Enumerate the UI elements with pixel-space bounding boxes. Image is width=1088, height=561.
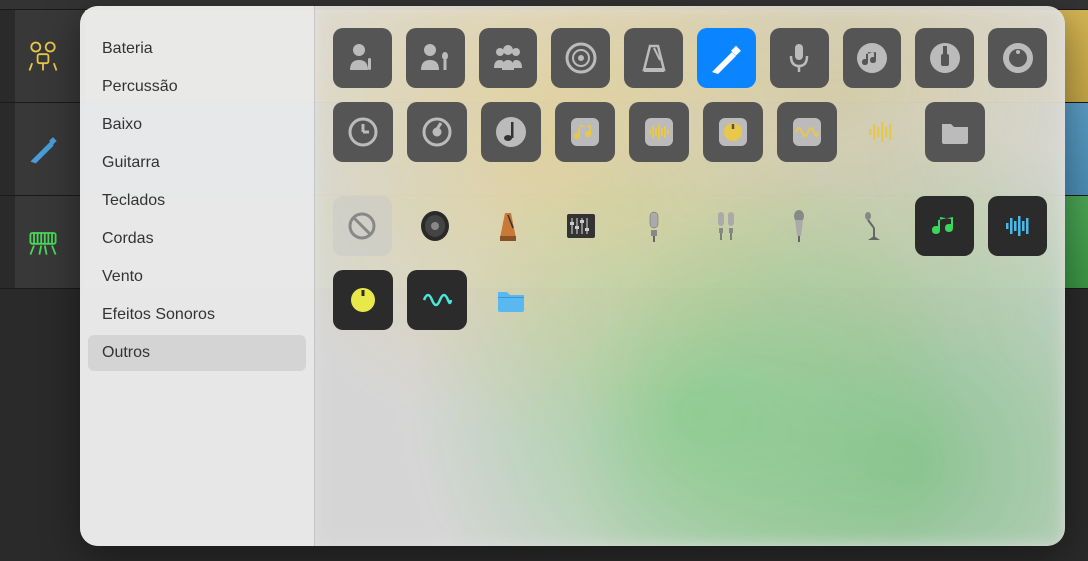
folder-blue-icon[interactable] [481, 270, 541, 330]
sidebar-label: Baixo [102, 116, 142, 133]
music-square-icon[interactable] [555, 102, 615, 162]
sidebar-label: Cordas [102, 230, 154, 247]
sidebar-label: Percussão [102, 78, 178, 95]
icon-row [333, 102, 1047, 162]
icon-row [333, 270, 1047, 330]
sidebar-item-guitarra[interactable]: Guitarra [88, 145, 306, 181]
pencil-track-icon [23, 129, 63, 169]
knob-dark-icon[interactable] [703, 102, 763, 162]
track-header[interactable] [15, 10, 85, 102]
sidebar-item-efeitos[interactable]: Efeitos Sonoros [88, 297, 306, 333]
track-header[interactable] [15, 103, 85, 195]
sidebar-label: Guitarra [102, 154, 160, 171]
sidebar-item-baixo[interactable]: Baixo [88, 107, 306, 143]
knob-yellow-icon[interactable] [333, 270, 393, 330]
vocal-mic-icon[interactable] [406, 28, 465, 88]
keyboard-track-icon [23, 222, 63, 262]
track-header[interactable] [15, 196, 85, 288]
category-sidebar: Bateria Percussão Baixo Guitarra Teclado… [80, 6, 315, 546]
pencil-icon[interactable] [697, 28, 756, 88]
disabled-icon[interactable] [333, 196, 392, 256]
music-green-icon[interactable] [915, 196, 974, 256]
sidebar-item-cordas[interactable]: Cordas [88, 221, 306, 257]
condenser-mic-icon[interactable] [624, 196, 683, 256]
note-dark-icon[interactable] [481, 102, 541, 162]
dial-icon[interactable] [407, 102, 467, 162]
music-note-circle-icon[interactable] [843, 28, 902, 88]
folder-icon[interactable] [925, 102, 985, 162]
icon-row [333, 196, 1047, 256]
sidebar-label: Bateria [102, 40, 153, 57]
vocal-solo-icon[interactable] [333, 28, 392, 88]
icon-picker-popover: Bateria Percussão Baixo Guitarra Teclado… [80, 6, 1065, 546]
waveform-light-icon[interactable] [851, 102, 911, 162]
sidebar-label: Vento [102, 268, 143, 285]
sidebar-item-percussao[interactable]: Percussão [88, 69, 306, 105]
sidebar-label: Teclados [102, 192, 165, 209]
wave-blue-icon[interactable] [988, 196, 1047, 256]
icon-row [333, 28, 1047, 88]
sidebar-label: Efeitos Sonoros [102, 306, 215, 323]
icon-grid-area [315, 6, 1065, 546]
metronome-icon[interactable] [624, 28, 683, 88]
microphone-icon[interactable] [770, 28, 829, 88]
knob-circle-icon[interactable] [988, 28, 1047, 88]
drums-icon [23, 36, 63, 76]
speaker-real-icon[interactable] [406, 196, 465, 256]
stereo-mics-icon[interactable] [697, 196, 756, 256]
clock-icon[interactable] [333, 102, 393, 162]
waveform-dark-icon[interactable] [777, 102, 837, 162]
mic-stand-icon[interactable] [843, 196, 902, 256]
sidebar-item-teclados[interactable]: Teclados [88, 183, 306, 219]
dynamic-mic-icon[interactable] [770, 196, 829, 256]
jack-plug-icon[interactable] [915, 28, 974, 88]
sidebar-item-vento[interactable]: Vento [88, 259, 306, 295]
mixer-real-icon[interactable] [551, 196, 610, 256]
sidebar-label: Outros [102, 344, 150, 361]
metronome-real-icon[interactable] [479, 196, 538, 256]
wave-teal-icon[interactable] [407, 270, 467, 330]
waveform-bars-icon[interactable] [629, 102, 689, 162]
sidebar-item-outros[interactable]: Outros [88, 335, 306, 371]
sidebar-item-bateria[interactable]: Bateria [88, 31, 306, 67]
icon-grid [315, 6, 1065, 352]
speaker-cone-icon[interactable] [551, 28, 610, 88]
group-icon[interactable] [479, 28, 538, 88]
